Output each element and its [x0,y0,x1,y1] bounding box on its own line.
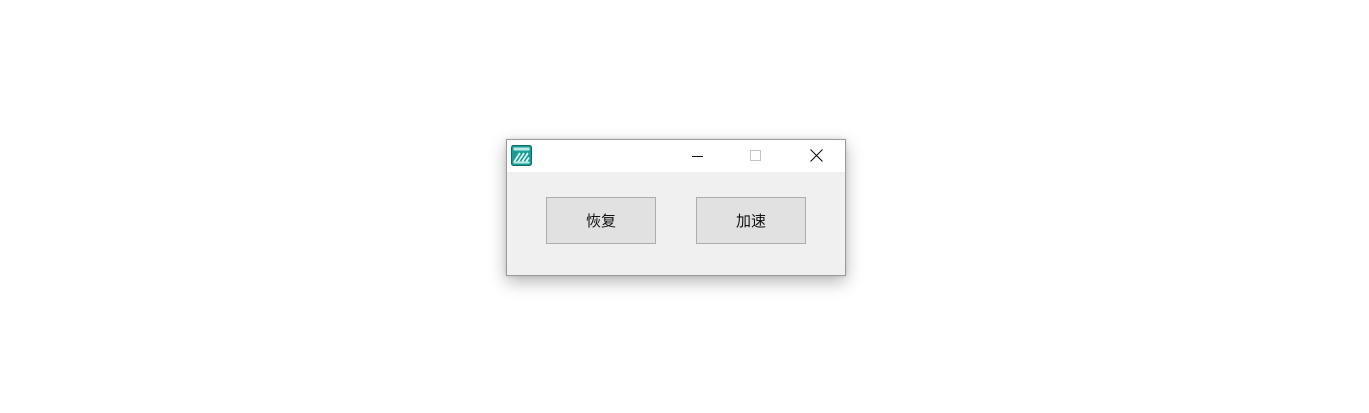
restore-button[interactable]: 恢复 [546,197,656,244]
app-window: 恢复 加速 [506,139,846,276]
title-bar[interactable] [507,140,845,172]
minimize-button[interactable] [669,140,727,172]
app-stripes-icon[interactable] [511,145,532,166]
desktop: 恢复 加速 [0,0,1369,413]
close-button[interactable] [787,140,845,172]
minimize-icon [692,147,704,166]
close-icon [809,147,823,166]
client-area: 恢复 加速 [507,172,845,275]
maximize-button[interactable] [727,140,785,172]
speedup-button[interactable]: 加速 [696,197,806,244]
maximize-icon [750,147,762,166]
